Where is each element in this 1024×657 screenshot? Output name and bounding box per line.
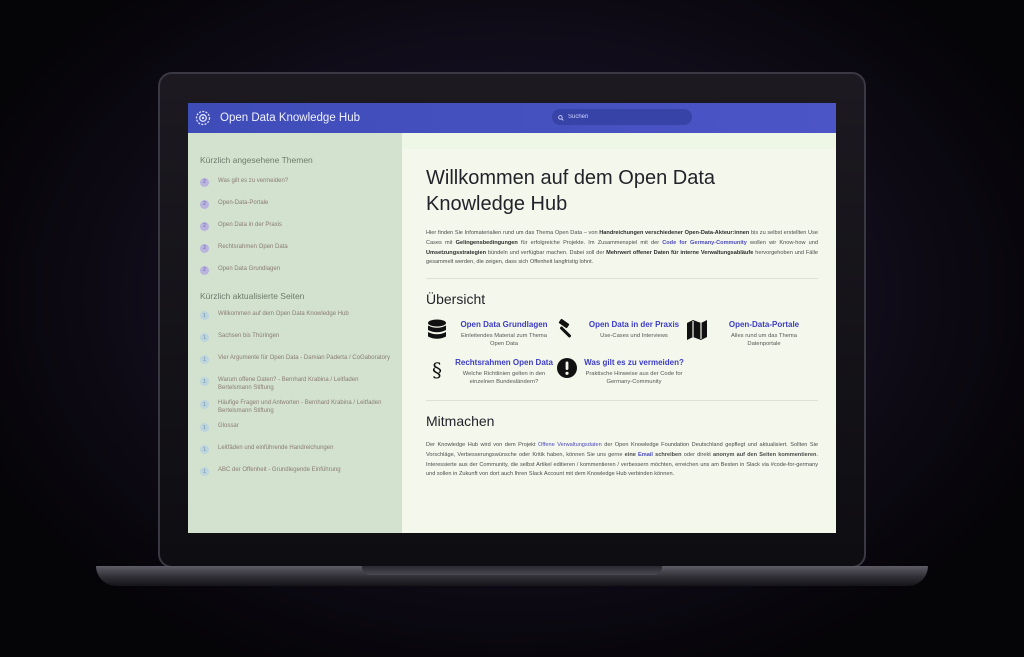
map-icon	[686, 319, 708, 345]
recent-topic-item[interactable]: 2 Open Data Grundlagen	[200, 262, 390, 277]
email-link[interactable]: Email	[638, 452, 653, 458]
recent-topic-icon: 2	[200, 221, 209, 231]
page-icon: 1	[200, 445, 209, 455]
card-title-link[interactable]: Open Data Grundlagen	[460, 319, 547, 330]
updated-page-label: Glossar	[218, 423, 239, 430]
intro-bold: Mehrwert offener Daten für interne Verwa…	[606, 249, 754, 256]
recent-topic-label: Rechtsrahmen Open Data	[218, 244, 288, 251]
site-title[interactable]: Open Data Knowledge Hub	[220, 112, 360, 124]
mitmachen-bold: eine	[624, 451, 639, 458]
intro-bold: Handreichungen verschiedener Open-Data-A…	[599, 230, 750, 236]
updated-page-label: Vier Argumente für Open Data - Damian Pa…	[218, 355, 390, 361]
divider	[426, 399, 818, 401]
card-title-link[interactable]: Was gilt es zu vermeiden?	[584, 357, 684, 368]
recent-topic-icon: 2	[200, 265, 209, 275]
overview-card: Was gilt es zu vermeiden? Praktische Hin…	[556, 357, 686, 386]
updated-page-item[interactable]: 1 Vier Argumente für Open Data - Damian …	[200, 354, 390, 369]
mitmachen-bold: anonym auf den Seiten kommentieren	[712, 451, 817, 458]
recent-topic-label: Open Data in der Praxis	[218, 222, 283, 229]
recent-topic-item[interactable]: 2 Rechtsrahmen Open Data	[200, 240, 390, 255]
page-icon: 1	[200, 311, 209, 320]
intro-text: wollen wir Know-how und	[746, 239, 818, 246]
updated-page-label: ABC der Offenheit - Grundlegende Einführ…	[218, 467, 341, 474]
intro-bold: Gelingensbedingungen	[455, 239, 518, 246]
mitmachen-paragraph: Der Knowledge Hub wird von dem Projekt O…	[426, 441, 818, 480]
card-description: Alles rund um das Thema Datenportale	[731, 333, 797, 348]
divider	[426, 278, 818, 280]
page-icon: 1	[200, 400, 209, 410]
database-icon	[426, 319, 448, 345]
mitmachen-text: Der Knowledge Hub wird von dem Projekt	[426, 441, 539, 448]
updated-page-label: Häufige Fragen und Antworten - Bernhard …	[218, 400, 382, 415]
recently-updated-heading: Kürzlich aktualisierte Seiten	[200, 291, 305, 301]
gear-logo-icon[interactable]	[194, 109, 212, 127]
page-icon: 1	[200, 423, 209, 433]
updated-page-item[interactable]: 1 Sachsen bis Thüringen	[200, 332, 390, 347]
card-description: Praktische Hinweise aus der Code for Ger…	[585, 370, 683, 385]
updated-page-item[interactable]: 1 Häufige Fragen und Antworten - Bernhar…	[200, 399, 390, 415]
recent-topics-heading: Kürzlich angesehene Themen	[200, 155, 313, 165]
search-icon	[558, 108, 564, 126]
mitmachen-text: oder direkt	[681, 451, 713, 458]
warning-icon	[556, 357, 578, 383]
recent-topic-label: Was gilt es zu vermeiden?	[218, 178, 289, 185]
updated-page-item[interactable]: 1 Glossar	[200, 422, 390, 437]
updated-page-item[interactable]: 1 ABC der Offenheit - Grundlegende Einfü…	[200, 466, 390, 481]
overview-card: Open Data in der Praxis Use-Cases und In…	[556, 319, 686, 348]
overview-heading: Übersicht	[426, 291, 486, 308]
page-title: Willkommen auf dem Open Data Knowledge H…	[426, 167, 716, 215]
recent-topic-item[interactable]: 2 Open Data in der Praxis	[200, 218, 390, 233]
updated-page-item[interactable]: 1 Leitfäden und einführende Handreichung…	[200, 444, 390, 459]
mitmachen-bold: schreiben	[652, 451, 682, 458]
updated-page-label: Sachsen bis Thüringen	[218, 333, 280, 339]
overview-card: Open-Data-Portale Alles rund um das Them…	[686, 319, 816, 348]
page-icon: 1	[200, 355, 209, 364]
card-title-link[interactable]: Open-Data-Portale	[729, 319, 799, 330]
intro-text: bündeln und verfügbar machen. Dabei soll…	[486, 249, 607, 256]
card-description: Welche Richtlinien gelten in den einzeln…	[462, 370, 546, 385]
page-icon: 1	[200, 333, 209, 342]
updated-page-label: Willkommen auf dem Open Data Knowledge H…	[218, 311, 349, 317]
recent-topic-icon: 2	[200, 243, 209, 253]
overview-grid: Open Data Grundlagen Einleitendes Materi…	[426, 319, 818, 386]
sidebar: Kürzlich angesehene Themen 2 Was gilt es…	[188, 133, 402, 533]
updated-page-label: Warum offene Daten? - Bernhard Krabina /…	[218, 377, 359, 392]
code-for-germany-link[interactable]: Code for Germany-Community	[662, 240, 747, 246]
recent-topic-item[interactable]: 2 Open-Data-Portale	[200, 196, 390, 211]
page-icon: 1	[200, 377, 209, 386]
search-box[interactable]	[552, 109, 692, 125]
laptop-notch	[362, 566, 662, 575]
recent-topic-icon: 2	[200, 177, 209, 187]
recent-topic-label: Open-Data-Portale	[218, 200, 269, 207]
updated-page-item[interactable]: 1 Warum offene Daten? - Bernhard Krabina…	[200, 376, 390, 392]
top-navigation-bar: Open Data Knowledge Hub	[188, 103, 836, 133]
card-title-link[interactable]: Open Data in der Praxis	[589, 319, 679, 330]
paragraph-icon: §	[432, 357, 442, 382]
intro-paragraph: Hier finden Sie Infomaterialien rund um …	[426, 229, 818, 268]
updated-page-item[interactable]: 1 Willkommen auf dem Open Data Knowledge…	[200, 310, 390, 325]
card-description: Einleitendes Material zum Thema Open Dat…	[461, 333, 547, 348]
intro-bold: Umsetzungsstrategien	[426, 249, 486, 256]
offene-verwaltungsdaten-link[interactable]: Offene Verwaltungsdaten	[538, 442, 602, 448]
overview-card: Open Data Grundlagen Einleitendes Materi…	[426, 319, 556, 348]
hammer-icon	[556, 319, 578, 345]
mitmachen-heading: Mitmachen	[426, 412, 495, 429]
updated-page-label: Leitfäden und einführende Handreichungen	[218, 445, 334, 452]
recent-topic-icon: 2	[200, 199, 209, 209]
card-title-link[interactable]: Rechtsrahmen Open Data	[455, 357, 553, 368]
overview-card: § Rechtsrahmen Open Data Welche Richtlin…	[426, 357, 556, 386]
intro-text: für erfolgreiche Projekte. Im Zusammensp…	[517, 239, 663, 246]
recent-topic-label: Open Data Grundlagen	[218, 266, 281, 273]
card-description: Use-Cases und Interviews	[600, 333, 668, 340]
laptop-screen: Open Data Knowledge Hub Kürzlich angeseh…	[188, 103, 836, 533]
search-input[interactable]	[568, 114, 678, 120]
recent-topic-item[interactable]: 2 Was gilt es zu vermeiden?	[200, 174, 390, 189]
intro-text: Hier finden Sie Infomaterialien rund um …	[426, 230, 600, 236]
main-content: Willkommen auf dem Open Data Knowledge H…	[402, 149, 836, 533]
page-icon: 1	[200, 467, 209, 477]
